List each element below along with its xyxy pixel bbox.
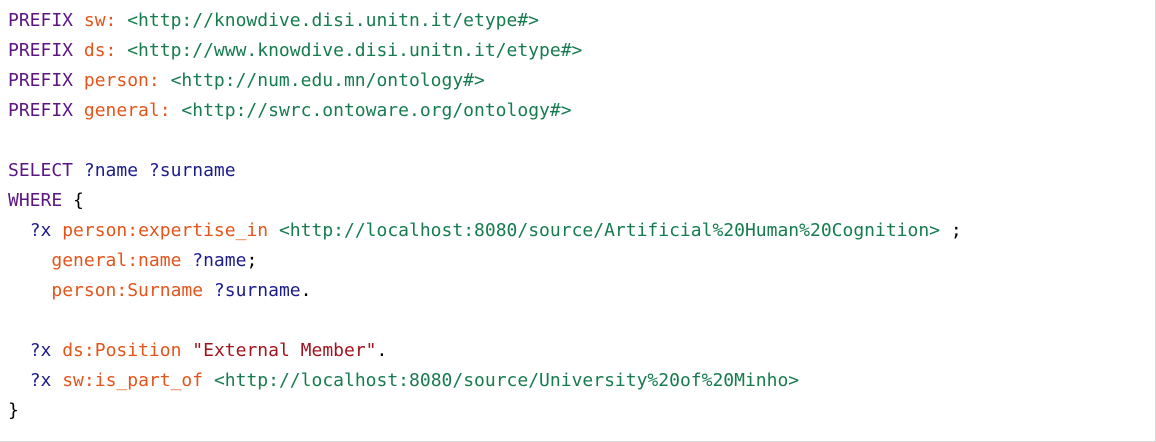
punctuation-token: .: [300, 280, 312, 301]
punctuation-token: [8, 340, 30, 361]
code-line: PREFIX sw: <http://knowdive.disi.unitn.i…: [8, 6, 962, 36]
punctuation-token: [203, 370, 214, 391]
punctuation-token: [160, 70, 171, 91]
prefixed-name-token: sw:is_part_of: [62, 370, 204, 391]
iri-token: <http://swrc.ontoware.org/ontology#>: [181, 100, 572, 121]
code-line: person:Surname ?surname.: [8, 276, 962, 306]
variable-token: ?name: [192, 250, 247, 271]
punctuation-token: {: [73, 190, 84, 211]
prefixed-name-token: person:Surname: [51, 280, 204, 301]
keyword-token: PREFIX: [8, 100, 84, 121]
code-line: PREFIX person: <http://num.edu.mn/ontolo…: [8, 66, 962, 96]
punctuation-token: [51, 370, 62, 391]
punctuation-token: [138, 160, 149, 181]
iri-token: <http://www.knowdive.disi.unitn.it/etype…: [127, 40, 583, 61]
punctuation-token: [51, 220, 62, 241]
prefixed-name-token: ds:Position: [62, 340, 182, 361]
sparql-query-code[interactable]: PREFIX sw: <http://knowdive.disi.unitn.i…: [8, 6, 962, 426]
keyword-token: WHERE: [8, 190, 74, 211]
punctuation-token: [203, 280, 214, 301]
code-line: PREFIX general: <http://swrc.ontoware.or…: [8, 96, 962, 126]
punctuation-token: ;: [246, 250, 258, 271]
code-line: ?x person:expertise_in <http://localhost…: [8, 216, 962, 246]
punctuation-token: }: [8, 400, 19, 421]
code-line: WHERE {: [8, 186, 962, 216]
iri-token: <http://localhost:8080/source/University…: [213, 370, 800, 391]
prefixed-name-token: general:: [83, 100, 171, 121]
punctuation-token: .: [376, 340, 388, 361]
keyword-token: PREFIX: [8, 40, 84, 61]
punctuation-token: [268, 220, 279, 241]
punctuation-token: [51, 340, 62, 361]
code-line: PREFIX ds: <http://www.knowdive.disi.uni…: [8, 36, 962, 66]
variable-token: ?name: [83, 160, 139, 181]
keyword-token: SELECT: [8, 160, 84, 181]
punctuation-token: [181, 250, 192, 271]
variable-token: ?x: [29, 220, 52, 241]
code-line: ?x sw:is_part_of <http://localhost:8080/…: [8, 366, 962, 396]
code-line: }: [8, 396, 962, 426]
punctuation-token: [8, 370, 30, 391]
iri-token: <http://num.edu.mn/ontology#>: [170, 70, 485, 91]
prefixed-name-token: person:: [83, 70, 160, 91]
code-line: ?x ds:Position "External Member".: [8, 336, 962, 366]
variable-token: ?x: [29, 340, 52, 361]
iri-token: <http://localhost:8080/source/Artificial…: [278, 220, 941, 241]
keyword-token: PREFIX: [8, 10, 84, 31]
punctuation-token: [8, 280, 51, 301]
punctuation-token: [116, 10, 127, 31]
code-line: general:name ?name;: [8, 246, 962, 276]
variable-token: ?surname: [148, 160, 236, 181]
punctuation-token: ;: [940, 220, 962, 241]
iri-token: <http://knowdive.disi.unitn.it/etype#>: [127, 10, 540, 31]
punctuation-token: [181, 340, 192, 361]
variable-token: ?surname: [213, 280, 301, 301]
keyword-token: PREFIX: [8, 70, 84, 91]
prefixed-name-token: sw:: [83, 10, 117, 31]
code-editor[interactable]: PREFIX sw: <http://knowdive.disi.unitn.i…: [0, 0, 1156, 442]
punctuation-token: [8, 220, 30, 241]
punctuation-token: [116, 40, 127, 61]
punctuation-token: [171, 100, 182, 121]
punctuation-token: [8, 250, 51, 271]
string-literal-token: "External Member": [192, 340, 377, 361]
variable-token: ?x: [29, 370, 52, 391]
prefixed-name-token: person:expertise_in: [62, 220, 269, 241]
prefixed-name-token: general:name: [51, 250, 182, 271]
code-line: SELECT ?name ?surname: [8, 156, 962, 186]
prefixed-name-token: ds:: [83, 40, 117, 61]
